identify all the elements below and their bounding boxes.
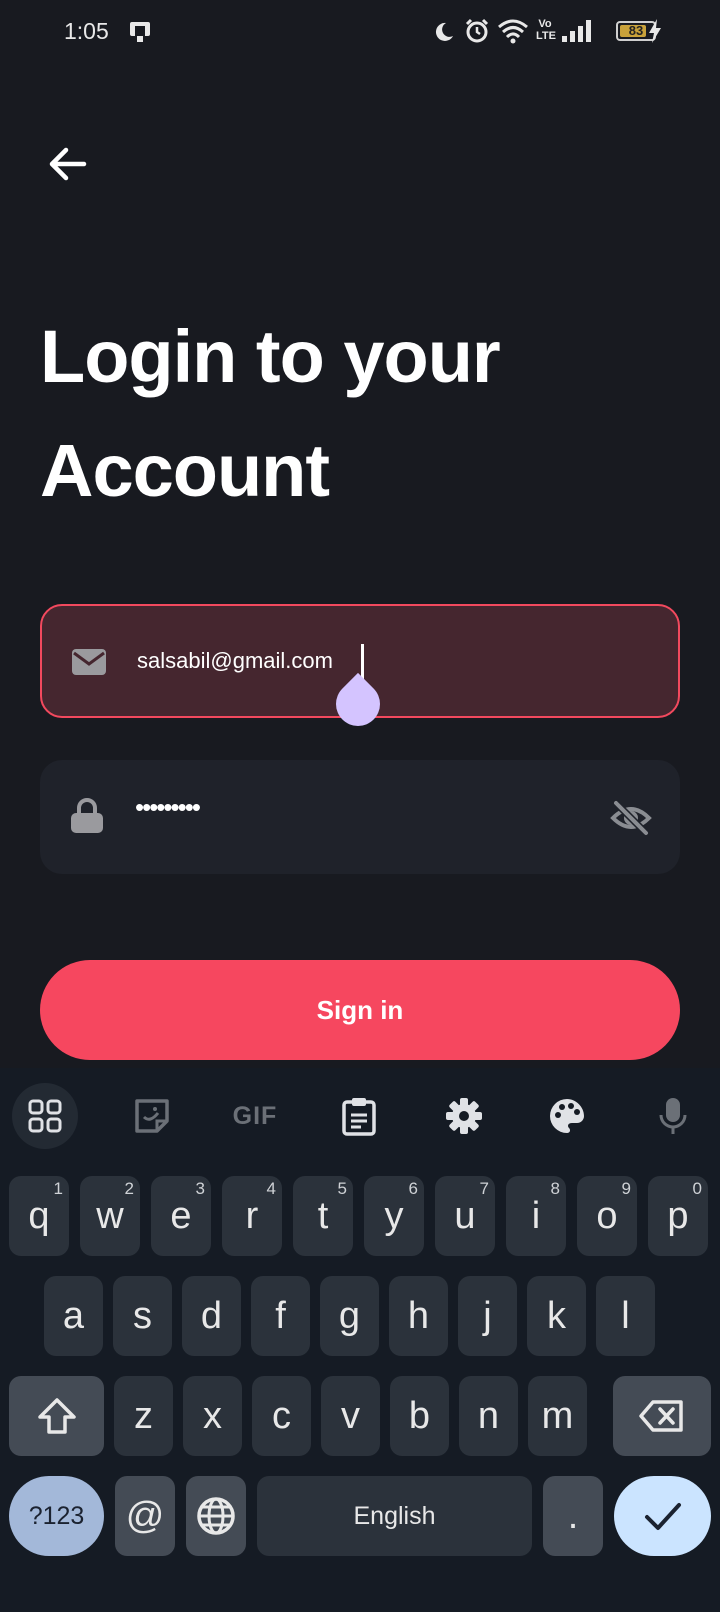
moon-icon (435, 22, 453, 41)
key-label: u (454, 1194, 476, 1237)
key-label: q (28, 1194, 50, 1237)
lock-icon (71, 798, 103, 833)
key-hint: 6 (408, 1179, 418, 1198)
backspace-key[interactable] (613, 1376, 711, 1456)
key-k[interactable]: k (527, 1276, 586, 1356)
key-hint: 5 (337, 1179, 347, 1198)
space-key[interactable]: English (257, 1476, 532, 1556)
key-m[interactable]: m (528, 1376, 587, 1456)
shift-icon (37, 1398, 76, 1434)
key-h[interactable]: h (389, 1276, 448, 1356)
signal-icon (562, 20, 591, 42)
key-q[interactable]: q1 (9, 1176, 69, 1256)
email-field[interactable]: salsabil@gmail.com (40, 604, 680, 736)
gif-label: GIF (232, 1101, 278, 1130)
keyboard-apps-button[interactable] (12, 1083, 78, 1149)
settings-gear-icon (446, 1098, 482, 1134)
key-v[interactable]: v (321, 1376, 380, 1456)
key-hint: 1 (53, 1179, 63, 1198)
shift-key[interactable] (9, 1376, 104, 1456)
checkmark-icon (644, 1503, 681, 1530)
key-p[interactable]: p0 (648, 1176, 708, 1256)
alarm-icon (465, 18, 489, 43)
key-label: t (317, 1194, 329, 1237)
on-screen-keyboard: GIF q 1 w 2 e 3 r 4 t 5 y 6 u 7 i 8 o 9 … (0, 1068, 720, 1612)
key-hint: 0 (692, 1179, 702, 1198)
key-label: y (384, 1194, 404, 1237)
key-b[interactable]: b (390, 1376, 449, 1456)
key-d[interactable]: d (182, 1276, 241, 1356)
sticker-button[interactable] (119, 1083, 185, 1149)
globe-icon (197, 1497, 235, 1535)
keyboard-toolbar: GIF (0, 1068, 720, 1168)
wifi-icon (498, 19, 528, 44)
status-time: 1:05 (64, 18, 109, 44)
sticker-icon (135, 1099, 169, 1133)
key-g[interactable]: g (320, 1276, 379, 1356)
charging-icon (649, 19, 661, 43)
mail-icon (72, 649, 106, 675)
password-value: ••••••••• (135, 792, 201, 822)
key-a[interactable]: a (44, 1276, 103, 1356)
key-label: e (170, 1194, 192, 1237)
keyboard-settings-button[interactable] (431, 1083, 497, 1149)
key-hint: 9 (621, 1179, 631, 1198)
volte-icon: Vo LTE (536, 18, 556, 42)
at-key[interactable]: @ (115, 1476, 175, 1556)
period-key[interactable]: . (543, 1476, 603, 1556)
screen-cast-icon (130, 22, 150, 42)
microphone-icon (659, 1098, 687, 1134)
backspace-icon (639, 1400, 683, 1432)
key-n[interactable]: n (459, 1376, 518, 1456)
key-t[interactable]: t5 (293, 1176, 353, 1256)
symbols-key[interactable]: ?123 (9, 1476, 104, 1556)
enter-key[interactable] (614, 1476, 711, 1556)
key-e[interactable]: e3 (151, 1176, 211, 1256)
key-l[interactable]: l (596, 1276, 655, 1356)
key-label: o (596, 1194, 618, 1237)
eye-off-icon (610, 800, 652, 836)
theme-button[interactable] (534, 1083, 600, 1149)
gif-button[interactable]: GIF (222, 1083, 288, 1149)
palette-icon (550, 1099, 584, 1133)
status-bar: 1:05 Vo LTE 83 (0, 0, 720, 66)
arrow-left-icon (49, 147, 87, 181)
voice-input-button[interactable] (640, 1083, 706, 1149)
key-j[interactable]: j (458, 1276, 517, 1356)
language-key[interactable] (186, 1476, 246, 1556)
clipboard-button[interactable] (326, 1083, 392, 1149)
clipboard-icon (342, 1098, 376, 1136)
key-s[interactable]: s (113, 1276, 172, 1356)
key-label: p (667, 1194, 689, 1237)
key-u[interactable]: u7 (435, 1176, 495, 1256)
key-hint: 3 (195, 1179, 205, 1198)
key-r[interactable]: r4 (222, 1176, 282, 1256)
key-hint: 2 (124, 1179, 134, 1198)
key-w[interactable]: w2 (80, 1176, 140, 1256)
text-caret (361, 644, 364, 680)
key-f[interactable]: f (251, 1276, 310, 1356)
key-z[interactable]: z (114, 1376, 173, 1456)
back-button[interactable] (40, 136, 96, 192)
password-field[interactable]: ••••••••• (40, 760, 680, 874)
key-y[interactable]: y6 (364, 1176, 424, 1256)
key-i[interactable]: i8 (506, 1176, 566, 1256)
key-o[interactable]: o9 (577, 1176, 637, 1256)
key-label: w (96, 1194, 124, 1237)
key-hint: 4 (266, 1179, 276, 1198)
sign-in-button[interactable]: Sign in (40, 960, 680, 1060)
toggle-password-visibility-button[interactable] (610, 797, 652, 839)
key-hint: 8 (550, 1179, 560, 1198)
page-title: Login to your Account (40, 315, 501, 512)
key-hint: 7 (479, 1179, 489, 1198)
key-c[interactable]: c (252, 1376, 311, 1456)
key-label: r (245, 1194, 259, 1237)
key-x[interactable]: x (183, 1376, 242, 1456)
selection-handle[interactable] (326, 672, 390, 736)
email-value: salsabil@gmail.com (137, 648, 333, 673)
apps-grid-icon (28, 1099, 62, 1133)
key-label: i (531, 1194, 541, 1237)
